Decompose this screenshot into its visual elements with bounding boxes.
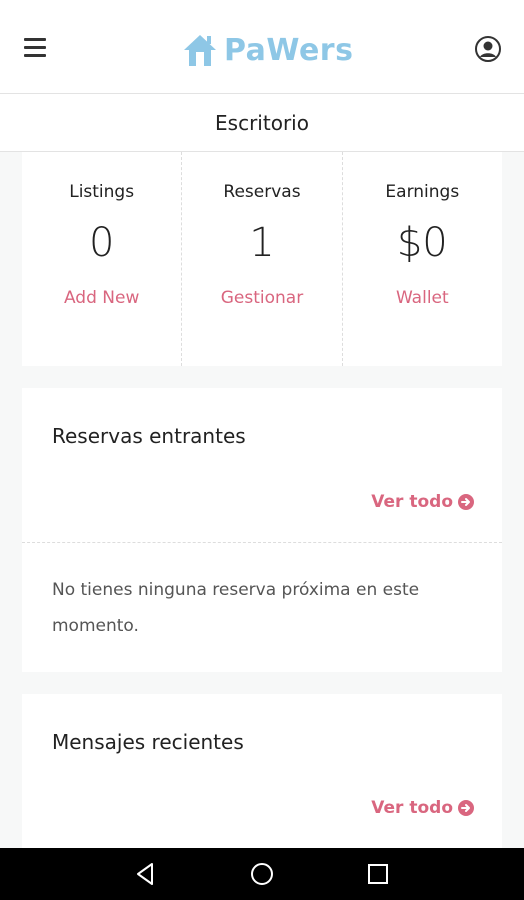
view-all-reservations-link[interactable]: Ver todo: [371, 492, 474, 512]
stat-label: Earnings: [385, 182, 460, 202]
hamburger-menu-icon[interactable]: [24, 38, 46, 58]
card-title: Mensajes recientes: [52, 730, 244, 754]
view-all-label: Ver todo: [371, 798, 453, 818]
recent-messages-card: Mensajes recientes Ver todo: [22, 694, 502, 848]
empty-reservations-message: No tienes ninguna reserva próxima en est…: [52, 580, 420, 636]
top-app-bar: PaWers: [0, 0, 524, 94]
divider: [22, 542, 502, 543]
arrow-circle-right-icon: [458, 800, 474, 816]
stats-panel: Listings 0 Add New Reservas 1 Gestionar …: [22, 152, 502, 366]
upcoming-reservations-card: Reservas entrantes Ver todo No tienes ni…: [22, 388, 502, 672]
user-profile-icon[interactable]: [474, 35, 502, 63]
wallet-link[interactable]: Wallet: [396, 288, 449, 308]
house-logo-icon: [184, 35, 216, 66]
view-all-messages-link[interactable]: Ver todo: [371, 798, 474, 818]
recents-icon[interactable]: [364, 860, 392, 888]
stat-value: $0: [396, 220, 448, 266]
android-navigation-bar: [0, 848, 524, 900]
arrow-circle-right-icon: [458, 494, 474, 510]
add-new-link[interactable]: Add New: [64, 288, 139, 308]
back-icon[interactable]: [132, 860, 160, 888]
home-icon[interactable]: [248, 860, 276, 888]
stat-label: Listings: [69, 182, 135, 202]
card-title: Reservas entrantes: [52, 424, 246, 448]
brand-name: PaWers: [224, 32, 354, 68]
stat-label: Reservas: [223, 182, 301, 202]
stat-reservas: Reservas 1 Gestionar: [181, 152, 341, 366]
view-all-label: Ver todo: [371, 492, 453, 512]
stat-earnings: Earnings $0 Wallet: [341, 152, 502, 366]
page-header: Escritorio: [0, 94, 524, 152]
page-title: Escritorio: [215, 110, 309, 135]
gestionar-link[interactable]: Gestionar: [221, 288, 303, 308]
brand-logo[interactable]: PaWers: [180, 28, 353, 72]
stat-value: 0: [88, 220, 115, 266]
stat-listings: Listings 0 Add New: [22, 152, 181, 366]
stat-value: 1: [249, 220, 275, 266]
